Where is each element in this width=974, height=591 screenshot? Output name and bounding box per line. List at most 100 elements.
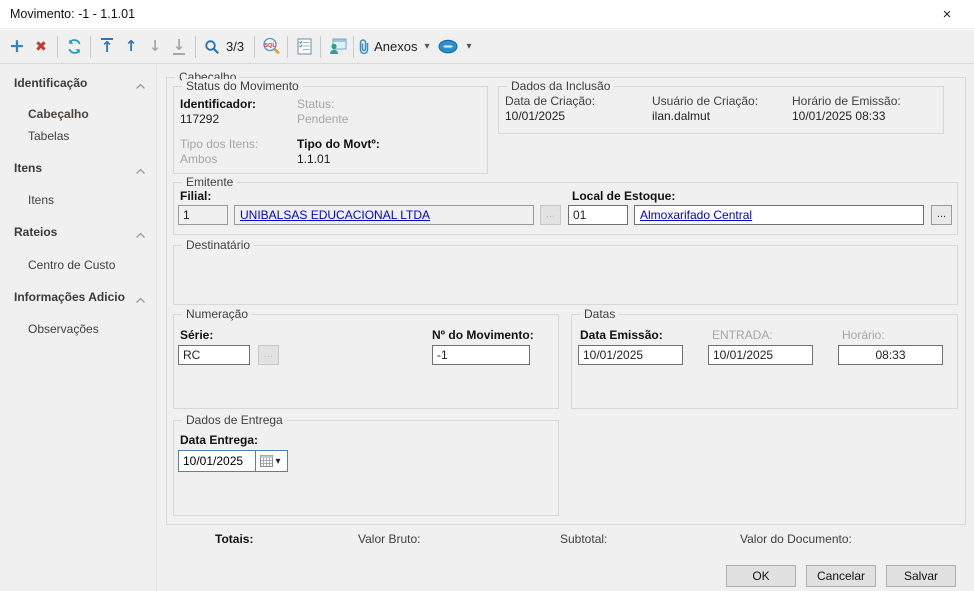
- data-entrega-calendar-button[interactable]: ▾: [255, 451, 285, 471]
- toolbar-separator: [287, 36, 288, 58]
- cancel-button[interactable]: Cancelar: [806, 565, 876, 587]
- valor-documento-label: Valor do Documento:: [740, 532, 852, 546]
- group-destinatario-caption: Destinatário: [182, 238, 254, 252]
- sidebar-item-itens[interactable]: Itens: [28, 193, 148, 207]
- filial-lookup-button[interactable]: ...: [540, 205, 561, 225]
- window-title: Movimento: -1 - 1.1.01: [10, 7, 135, 21]
- num-movimento-field[interactable]: [432, 345, 530, 365]
- filial-label: Filial:: [180, 189, 211, 203]
- toolbar-separator: [90, 36, 91, 58]
- last-record-button[interactable]: ↓: [167, 34, 191, 60]
- chevron-up-icon: [135, 293, 146, 307]
- group-dados-entrega: Dados de Entrega Data Entrega: ▾: [173, 420, 559, 516]
- next-record-icon: ↓: [149, 39, 162, 54]
- ok-button[interactable]: OK: [726, 565, 796, 587]
- user-session-button[interactable]: [325, 34, 349, 60]
- save-button[interactable]: Salvar: [886, 565, 956, 587]
- status-value: Pendente: [297, 112, 348, 126]
- sidebar-section-informacoes-adicionais[interactable]: Informações Adicio: [14, 290, 154, 304]
- group-emitente-caption: Emitente: [182, 175, 237, 189]
- tipo-movto-label: Tipo do Movtº:: [297, 137, 380, 151]
- delete-record-button[interactable]: ✖: [29, 34, 53, 60]
- subtotal-label: Subtotal:: [560, 532, 607, 546]
- plus-icon: +: [9, 37, 25, 56]
- log-list-button[interactable]: [292, 34, 316, 60]
- close-icon[interactable]: ×: [936, 5, 958, 25]
- num-movimento-label: Nº do Movimento:: [432, 328, 534, 342]
- add-record-button[interactable]: +: [5, 34, 29, 60]
- group-datas: Datas Data Emissão: ENTRADA: Horário:: [571, 314, 958, 409]
- usuario-criacao-label: Usuário de Criação:: [652, 94, 758, 108]
- status-label: Status:: [297, 97, 334, 111]
- search-button[interactable]: [200, 34, 224, 60]
- chevron-down-icon: ▾: [275, 456, 280, 467]
- next-record-button[interactable]: ↓: [143, 34, 167, 60]
- sidebar-section-label: Identificação: [14, 76, 87, 90]
- toolbar-separator: [195, 36, 196, 58]
- process-button[interactable]: ▾: [438, 34, 474, 60]
- totais-label: Totais:: [215, 532, 253, 546]
- refresh-button[interactable]: [62, 34, 86, 60]
- previous-record-button[interactable]: ↑: [119, 34, 143, 60]
- data-entrega-label: Data Entrega:: [180, 433, 258, 447]
- entrada-field[interactable]: [708, 345, 813, 365]
- horario-field[interactable]: [838, 345, 943, 365]
- sql-query-button[interactable]: SQL: [259, 34, 283, 60]
- sidebar-section-label: Rateios: [14, 225, 57, 239]
- first-record-icon: ↑: [101, 38, 114, 55]
- serie-field[interactable]: [178, 345, 250, 365]
- document-list-icon: [297, 38, 312, 55]
- sidebar-item-centro-de-custo[interactable]: Centro de Custo: [28, 258, 148, 272]
- sidebar-item-observacoes[interactable]: Observações: [28, 322, 148, 336]
- local-estoque-code-field[interactable]: [568, 205, 628, 225]
- sidebar-section-label: Itens: [14, 161, 42, 175]
- movement-dialog: Movimento: -1 - 1.1.01 × + ✖ ↑ ↑ ↓ ↓ 3/3…: [0, 0, 974, 591]
- sql-search-icon: SQL: [262, 37, 281, 56]
- horario-emissao-value: 10/01/2025 08:33: [792, 109, 885, 123]
- main-content: Cabeçalho Status do Movimento Identifica…: [157, 64, 974, 591]
- data-entrega-field[interactable]: [179, 452, 255, 470]
- local-estoque-label: Local de Estoque:: [572, 189, 675, 203]
- group-dados-inclusao: Dados da Inclusão Data de Criação: 10/01…: [498, 86, 944, 134]
- sidebar-section-identificacao[interactable]: Identificação: [14, 76, 154, 90]
- anexos-label: Anexos: [374, 39, 417, 54]
- group-status-movimento: Status do Movimento Identificador: 11729…: [173, 86, 488, 174]
- sidebar-section-label: Informações Adicio: [14, 290, 125, 304]
- toolbar-separator: [320, 36, 321, 58]
- toolbar-separator: [254, 36, 255, 58]
- data-criacao-label: Data de Criação:: [505, 94, 595, 108]
- sidebar-section-itens[interactable]: Itens: [14, 161, 154, 175]
- sidebar-item-tabelas[interactable]: Tabelas: [28, 129, 148, 143]
- chevron-up-icon: [135, 228, 146, 242]
- data-emissao-field[interactable]: [578, 345, 683, 365]
- tipo-itens-value: Ambos: [180, 152, 217, 166]
- calendar-icon: [260, 455, 273, 467]
- identificador-label: Identificador:: [180, 97, 256, 111]
- toolbar-separator: [353, 36, 354, 58]
- local-estoque-name-link[interactable]: Almoxarifado Central: [640, 208, 752, 222]
- filial-code-field[interactable]: [178, 205, 228, 225]
- toolbar: + ✖ ↑ ↑ ↓ ↓ 3/3 SQL Anexos ▾: [0, 30, 974, 64]
- local-estoque-lookup-button[interactable]: ...: [931, 205, 952, 225]
- identificador-value: 117292: [180, 112, 219, 126]
- filial-name-link[interactable]: UNIBALSAS EDUCACIONAL LTDA: [240, 208, 430, 222]
- serie-lookup-button[interactable]: ...: [258, 345, 279, 365]
- group-numeracao: Numeração Série: ... Nº do Movimento:: [173, 314, 559, 409]
- chevron-down-icon: ▾: [424, 41, 429, 52]
- search-icon: [204, 39, 220, 55]
- group-destinatario: Destinatário: [173, 245, 958, 305]
- group-entrega-caption: Dados de Entrega: [182, 413, 287, 427]
- filial-name-field: UNIBALSAS EDUCACIONAL LTDA: [234, 205, 534, 225]
- anexos-button[interactable]: Anexos ▾: [358, 34, 432, 60]
- sidebar-item-cabecalho[interactable]: Cabeçalho: [28, 107, 148, 121]
- record-counter: 3/3: [226, 39, 244, 54]
- blue-disc-icon: [438, 39, 458, 54]
- chevron-up-icon: [135, 79, 146, 93]
- first-record-button[interactable]: ↑: [95, 34, 119, 60]
- sidebar-section-rateios[interactable]: Rateios: [14, 225, 154, 239]
- refresh-icon: [66, 38, 83, 55]
- entrada-label: ENTRADA:: [712, 328, 773, 342]
- data-emissao-label: Data Emissão:: [580, 328, 663, 342]
- usuario-criacao-value: ilan.dalmut: [652, 109, 710, 123]
- chevron-up-icon: [135, 164, 146, 178]
